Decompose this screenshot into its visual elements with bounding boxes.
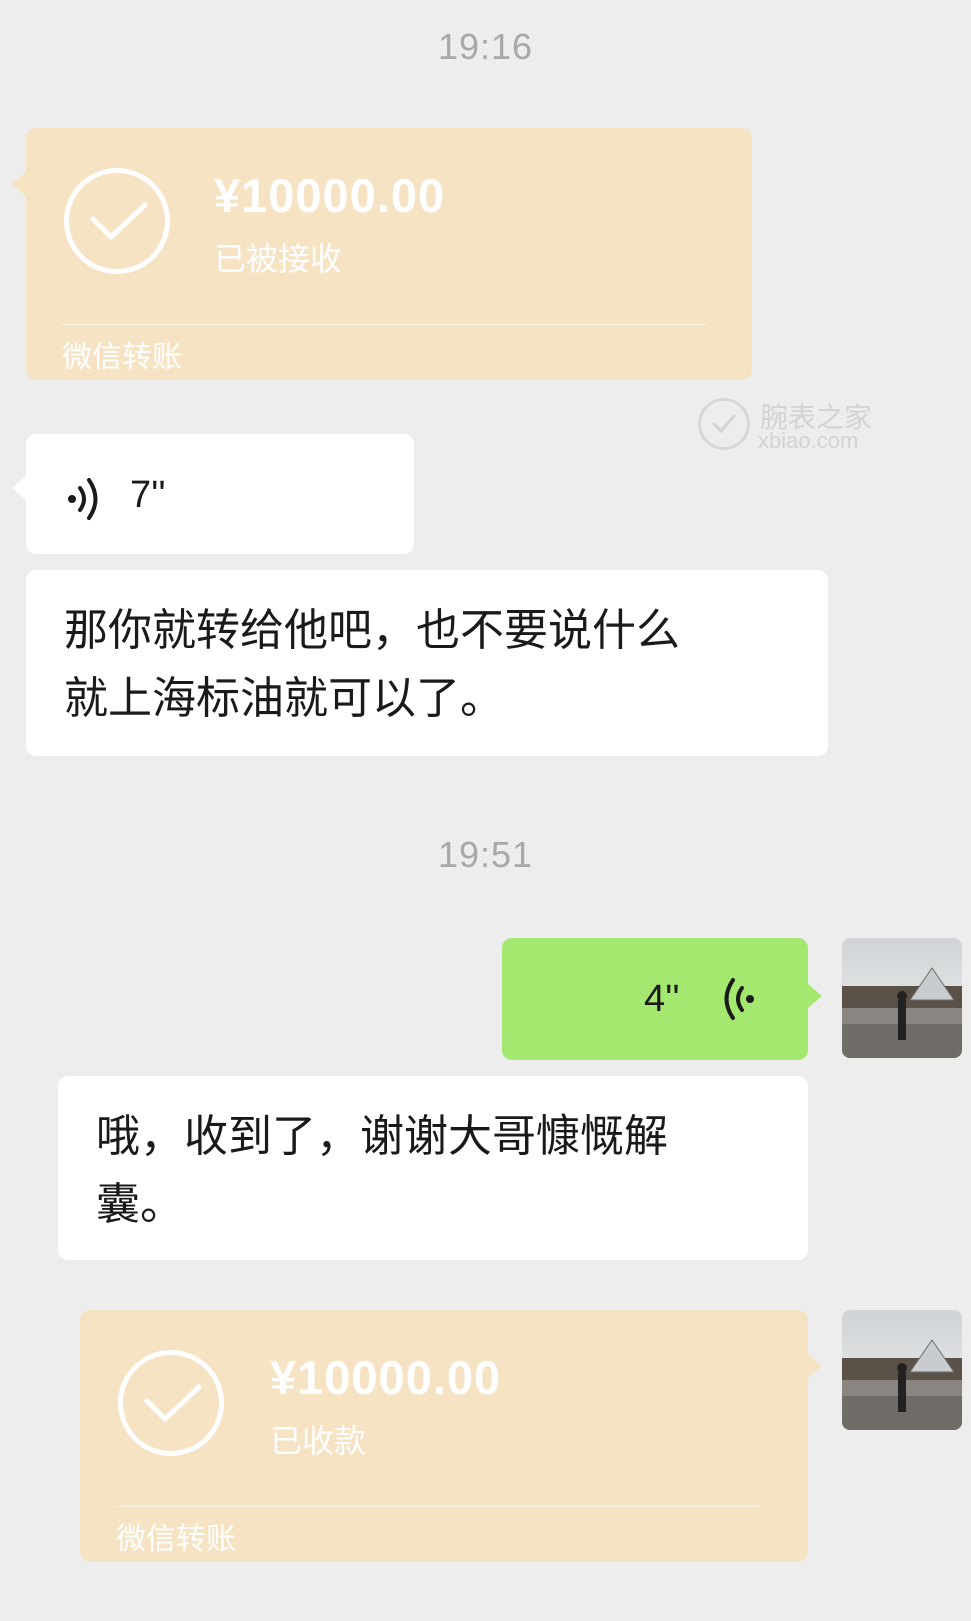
text-message-incoming[interactable]: 那你就转给他吧，也不要说什么 就上海标油就可以了。 [26,570,828,756]
avatar-photo [842,1310,962,1430]
voice-duration: 7'' [130,474,166,516]
transfer-status: 已被接收 [214,240,343,278]
bubble-tail [12,476,26,500]
avatar[interactable] [842,938,962,1058]
transfer-status: 已收款 [270,1422,367,1460]
voice-wave-icon [68,478,98,520]
transfer-card-incoming[interactable]: ¥10000.00 已被接收 微信转账 [12,128,752,380]
check-circle-icon [64,168,170,274]
bubble-tail [12,172,26,196]
transfer-amount: ¥10000.00 [214,169,446,222]
message-line: 那你就转给他吧，也不要说什么 [64,605,680,656]
bubble-tail [808,984,822,1008]
timestamp: 19:51 [437,834,534,875]
voice-message-incoming[interactable]: 7'' [12,434,414,554]
message-line: 就上海标油就可以了。 [64,673,504,724]
watermark-url: xbiao.com [758,428,859,453]
voice-message-outgoing[interactable]: 4'' [502,938,822,1060]
avatar-photo [842,938,962,1058]
text-message-outgoing[interactable]: 哦，收到了，谢谢大哥慷慨解 囊。 [58,1076,808,1260]
transfer-amount: ¥10000.00 [270,1351,502,1404]
voice-wave-icon [724,978,754,1020]
bubble-tail [808,1354,822,1378]
card-divider [62,324,706,325]
check-circle-icon [118,1350,224,1456]
voice-duration: 4'' [644,978,680,1020]
message-line: 囊。 [96,1179,184,1230]
transfer-card-outgoing[interactable]: ¥10000.00 已收款 微信转账 [80,1310,822,1562]
avatar[interactable] [842,1310,962,1430]
message-line: 哦，收到了，谢谢大哥慷慨解 [96,1111,668,1162]
watermark-logo-icon [698,398,750,450]
card-divider [116,1506,762,1507]
transfer-brand: 微信转账 [62,340,182,375]
transfer-brand: 微信转账 [116,1522,236,1557]
timestamp: 19:16 [437,26,534,67]
